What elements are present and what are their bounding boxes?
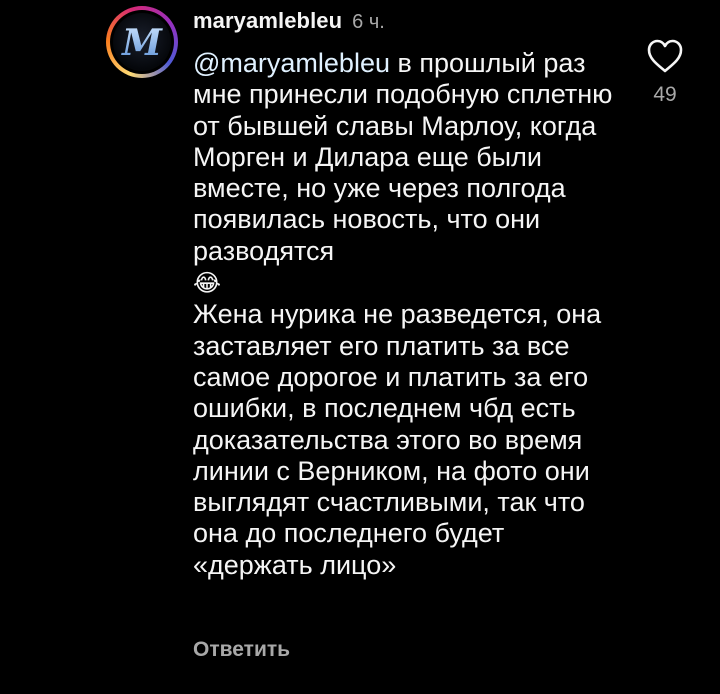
reply-button[interactable]: Ответить (193, 638, 290, 662)
comment-header: maryamlebleu 6 ч. (193, 8, 385, 40)
heart-outline-icon (647, 39, 683, 73)
comment-text: @maryamlebleu в прошлый раз мне принесли… (193, 48, 613, 581)
laughing-emoji: 😂 (193, 270, 222, 298)
timestamp: 6 ч. (352, 11, 385, 33)
username[interactable]: maryamlebleu (193, 8, 342, 34)
mention-link[interactable]: @maryamlebleu (193, 48, 390, 78)
like-count: 49 (653, 83, 677, 106)
gothic-m-avatar-icon: M (120, 22, 163, 64)
avatar[interactable]: M (113, 13, 171, 71)
avatar-inner: M (110, 10, 174, 74)
comment-text-part1: в прошлый раз мне принесли подобную спле… (193, 48, 620, 266)
comment-item: M maryamlebleu 6 ч. @maryamlebleu в прош… (0, 0, 720, 694)
avatar-letter: M (120, 22, 163, 64)
avatar-story-ring[interactable]: M (106, 6, 178, 78)
like-button[interactable] (646, 38, 684, 74)
comment-text-part2: Жена нурика не разведется, она заставляе… (193, 299, 609, 580)
